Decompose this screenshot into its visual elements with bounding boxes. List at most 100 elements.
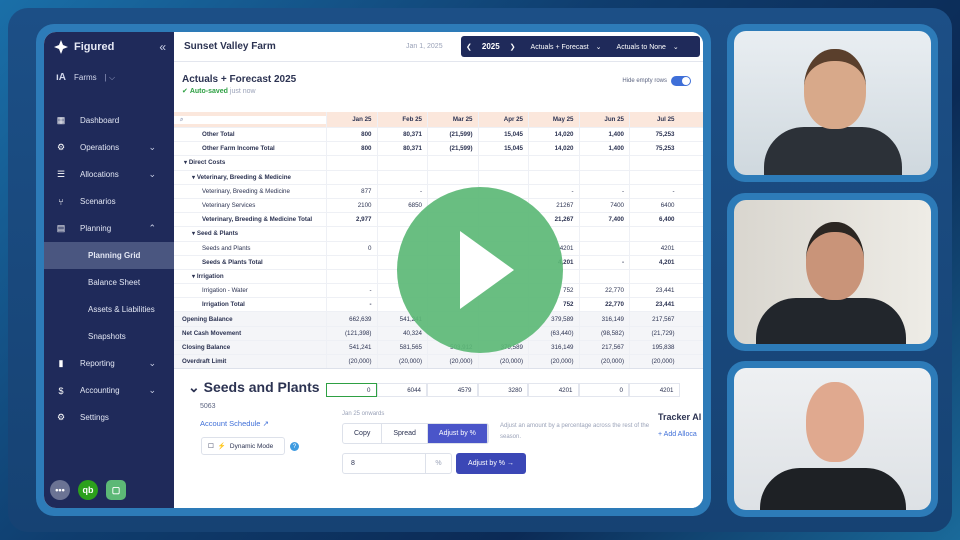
detail-value-cell[interactable]: 4579 — [427, 383, 478, 397]
adjust-button[interactable]: Adjust by % → — [456, 453, 526, 474]
grid-cell[interactable]: 217,567 — [578, 340, 630, 354]
detail-value-cell[interactable]: 0 — [578, 383, 629, 397]
grid-cell[interactable]: 581,565 — [376, 340, 428, 354]
grid-cell[interactable]: 217,567 — [629, 312, 680, 326]
grid-cell[interactable]: 316,149 — [528, 340, 579, 354]
search-icon[interactable]: ⌕ — [174, 115, 326, 124]
grid-cell[interactable]: 6850 — [376, 198, 428, 213]
grid-cell[interactable]: 1,400 — [578, 142, 630, 156]
grid-cell[interactable] — [629, 170, 680, 184]
sidebar-item-operations[interactable]: ⚙ Operations ⌄ — [44, 134, 174, 161]
grid-cell[interactable]: 80,371 — [376, 128, 428, 142]
detail-value-cell[interactable]: 6044 — [376, 383, 427, 397]
tab-copy[interactable]: Copy — [343, 424, 383, 443]
grid-cell[interactable]: 80,371 — [376, 142, 428, 156]
grid-cell[interactable]: 195,838 — [629, 340, 680, 354]
grid-cell[interactable] — [578, 241, 630, 255]
farms-selector[interactable]: ıA Farms | ⌵ — [44, 62, 174, 93]
grid-cell[interactable]: 40,324 — [376, 326, 428, 340]
grid-cell[interactable]: 800 — [326, 142, 377, 156]
sidebar-item-reporting[interactable]: ▮ Reporting ⌄ — [44, 350, 174, 377]
grid-cell[interactable]: - — [326, 284, 377, 298]
grid-cell[interactable]: 800 — [326, 128, 377, 142]
grid-cell[interactable]: 7,400 — [578, 213, 630, 227]
sidebar-item-allocations[interactable]: ☰ Allocations ⌄ — [44, 161, 174, 188]
grid-cell[interactable] — [326, 170, 377, 184]
sidebar-item-assets-liabilities[interactable]: Assets & Liabilities — [44, 296, 174, 323]
more-icon[interactable]: ••• — [50, 480, 70, 500]
grid-cell[interactable]: 1,400 — [578, 128, 630, 142]
grid-cell[interactable] — [629, 269, 680, 284]
grid-cell[interactable]: (20,000) — [629, 355, 680, 369]
grid-cell[interactable] — [578, 156, 630, 170]
grid-cell[interactable]: (20,000) — [528, 355, 579, 369]
play-button-icon[interactable] — [397, 187, 563, 353]
grid-cell[interactable]: 541,241 — [326, 340, 377, 354]
sidebar-item-balance-sheet[interactable]: Balance Sheet — [44, 269, 174, 296]
sidebar-item-dashboard[interactable]: ▦ Dashboard — [44, 107, 174, 134]
help-icon[interactable]: ? — [290, 442, 299, 451]
grid-cell[interactable]: 22,770 — [578, 284, 630, 298]
grid-cell[interactable]: - — [578, 255, 630, 269]
grid-cell[interactable] — [528, 156, 579, 170]
grid-cell[interactable]: 15,045 — [477, 128, 529, 142]
grid-cell[interactable]: 4,201 — [629, 255, 680, 269]
grid-cell[interactable]: 75,253 — [629, 142, 680, 156]
grid-cell[interactable]: - — [376, 184, 428, 198]
grid-cell[interactable]: - — [326, 298, 377, 312]
add-allocation-link[interactable]: + Add Alloca — [658, 431, 697, 438]
detail-value-cell[interactable]: 3280 — [477, 383, 528, 397]
grid-cell[interactable] — [477, 170, 529, 184]
tab-spread[interactable]: Spread — [382, 424, 428, 443]
quickbooks-icon[interactable]: qb — [78, 480, 98, 500]
grid-cell[interactable]: 0 — [326, 241, 377, 255]
account-schedule-link[interactable]: Account Schedule ↗ — [200, 419, 269, 428]
dynamic-mode-toggle[interactable]: ☐ ⚡ Dynamic Mode — [201, 437, 285, 455]
sidebar-item-planning-grid[interactable]: Planning Grid — [44, 242, 174, 269]
grid-cell[interactable]: (20,000) — [477, 355, 529, 369]
mode-dropdown[interactable]: Actuals + Forecast ⌄ — [521, 43, 607, 51]
grid-cell[interactable]: (21,599) — [427, 142, 478, 156]
grid-cell[interactable] — [376, 156, 428, 170]
grid-cell[interactable]: - — [629, 184, 680, 198]
grid-cell[interactable] — [326, 269, 377, 284]
grid-cell[interactable]: 23,441 — [629, 298, 680, 312]
checkbox[interactable]: ☐ — [208, 442, 214, 450]
detail-value-cell[interactable]: 4201 — [629, 383, 680, 397]
sidebar-item-settings[interactable]: ⚙ Settings — [44, 404, 174, 431]
grid-cell[interactable]: (20,000) — [578, 355, 630, 369]
grid-cell[interactable]: 75,253 — [629, 128, 680, 142]
grid-cell[interactable]: 23,441 — [629, 284, 680, 298]
tab-adjust-by-percent[interactable]: Adjust by % — [427, 424, 488, 443]
sidebar-item-accounting[interactable]: $ Accounting ⌄ — [44, 377, 174, 404]
grid-cell[interactable]: 662,639 — [326, 312, 377, 326]
grid-cell[interactable] — [477, 156, 529, 170]
grid-cell[interactable] — [578, 170, 630, 184]
grid-cell[interactable]: 15,045 — [477, 142, 529, 156]
compare-dropdown[interactable]: Actuals to None ⌄ — [607, 43, 684, 51]
grid-cell[interactable] — [326, 156, 377, 170]
grid-cell[interactable]: 6,400 — [629, 213, 680, 227]
chat-icon[interactable]: ▢ — [106, 480, 126, 500]
grid-cell[interactable] — [326, 255, 377, 269]
grid-cell[interactable] — [376, 170, 428, 184]
grid-cell[interactable] — [528, 170, 579, 184]
grid-cell[interactable]: 14,020 — [528, 142, 579, 156]
sidebar-item-snapshots[interactable]: Snapshots — [44, 323, 174, 350]
grid-cell[interactable]: 14,020 — [528, 128, 579, 142]
sidebar-item-planning[interactable]: ▤ Planning ⌃ — [44, 215, 174, 242]
grid-cell[interactable] — [427, 156, 478, 170]
grid-cell[interactable]: (20,000) — [427, 355, 478, 369]
grid-cell[interactable]: - — [578, 184, 630, 198]
grid-cell[interactable]: (98,582) — [578, 326, 630, 340]
grid-cell[interactable] — [578, 227, 630, 241]
grid-cell[interactable]: 4201 — [629, 241, 680, 255]
grid-cell[interactable]: 6400 — [629, 198, 680, 213]
grid-cell[interactable] — [629, 156, 680, 170]
collapse-sidebar-icon[interactable]: « — [159, 40, 166, 54]
grid-cell[interactable]: 2,977 — [326, 213, 377, 227]
grid-cell[interactable] — [629, 227, 680, 241]
grid-cell[interactable] — [326, 227, 377, 241]
year-value[interactable]: 2025 — [477, 42, 505, 51]
grid-cell[interactable] — [578, 269, 630, 284]
